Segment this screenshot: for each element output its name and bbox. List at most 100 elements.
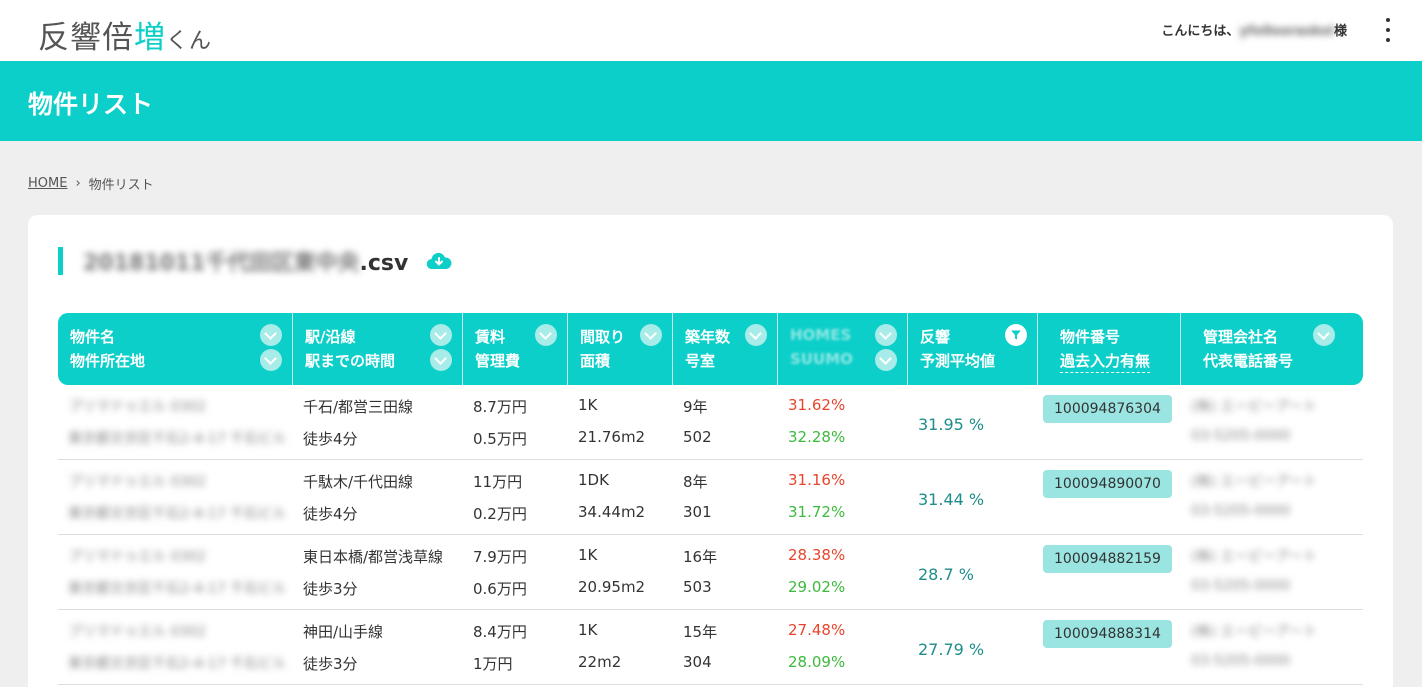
- table-row[interactable]: プリマドゥエル 0302 東京都文京区千石2-4-17 千石ビル 東日本橋/都営…: [58, 535, 1363, 610]
- table-header: 物件名 物件所在地 駅/沿線 駅までの時間 賃料 管理費 間取り 面積 築年数 …: [58, 313, 1363, 385]
- past-input-link[interactable]: 過去入力有無: [1060, 352, 1151, 373]
- station-line: 神田/山手線: [303, 623, 384, 641]
- suumo-rate: 29.02%: [788, 578, 846, 596]
- property-address: 東京都文京区千石2-4-17 千石ビル: [68, 581, 287, 597]
- table-row[interactable]: プリマドゥエル 0302 東京都文京区千石2-4-17 千石ビル 神田/山手線 …: [58, 610, 1363, 685]
- homes-rate: 28.38%: [788, 546, 846, 564]
- company-name: (株) エーピーアート: [1191, 474, 1317, 490]
- page-title: 物件リスト: [28, 90, 154, 119]
- header-name-address: 物件名 物件所在地: [58, 313, 293, 385]
- management-fee: 0.2万円: [473, 505, 527, 523]
- property-list-card: 20181011千代田区東中央.csv 物件名 物件所在地 駅/沿線 駅までの時…: [28, 215, 1393, 687]
- station-line: 東日本橋/都営浅草線: [303, 548, 444, 566]
- file-name: 20181011千代田区東中央.csv: [83, 251, 409, 276]
- property-id-badge[interactable]: 100094888314: [1043, 620, 1172, 648]
- property-address: 東京都文京区千石2-4-17 千石ビル: [68, 506, 287, 522]
- title-accent-bar: [58, 247, 63, 275]
- file-title: 20181011千代田区東中央.csv: [58, 247, 452, 276]
- building-age: 8年: [683, 473, 708, 491]
- property-name: プリマドゥエル 0302: [68, 399, 207, 415]
- company-name: (株) エーピーアート: [1191, 549, 1317, 565]
- homes-rate: 27.48%: [788, 621, 846, 639]
- sort-homes-chevron-down-icon[interactable]: [875, 324, 897, 346]
- sort-station-chevron-down-icon[interactable]: [430, 324, 452, 346]
- suumo-rate: 31.72%: [788, 503, 846, 521]
- rent: 8.7万円: [473, 398, 527, 416]
- sort-company-chevron-down-icon[interactable]: [1313, 324, 1335, 346]
- area: 21.76m2: [578, 428, 646, 446]
- property-name: プリマドゥエル 0302: [68, 624, 207, 640]
- sort-layout-chevron-down-icon[interactable]: [640, 324, 662, 346]
- walk-time: 徒歩3分: [303, 580, 358, 598]
- homes-rate: 31.62%: [788, 396, 846, 414]
- user-greeting: こんにちは、yfo0ooraskol様: [1161, 24, 1347, 39]
- company-phone: 03-5205-0000: [1191, 653, 1291, 669]
- station-line: 千駄木/千代田線: [303, 473, 414, 491]
- sort-name-chevron-down-icon[interactable]: [260, 324, 282, 346]
- page-header: 物件リスト: [0, 61, 1422, 141]
- company-name: (株) エーピーアート: [1191, 624, 1317, 640]
- table-row[interactable]: プリマドゥエル 0302 東京都文京区千石2-4-17 千石ビル 千駄木/千代田…: [58, 460, 1363, 535]
- room-number: 301: [683, 503, 712, 521]
- property-address: 東京都文京区千石2-4-17 千石ビル: [68, 656, 287, 672]
- header-property-id: 物件番号 過去入力有無: [1038, 313, 1181, 385]
- sort-address-chevron-down-icon[interactable]: [260, 349, 282, 371]
- layout: 1K: [578, 546, 598, 564]
- suumo-rate: 32.28%: [788, 428, 846, 446]
- chevron-right-icon: ›: [75, 176, 81, 191]
- sort-suumo-chevron-down-icon[interactable]: [875, 349, 897, 371]
- station-line: 千石/都営三田線: [303, 398, 414, 416]
- management-fee: 0.6万円: [473, 580, 527, 598]
- company-phone: 03-5205-0000: [1191, 503, 1291, 519]
- layout: 1K: [578, 621, 598, 639]
- room-number: 503: [683, 578, 712, 596]
- layout: 1DK: [578, 471, 609, 489]
- area: 20.95m2: [578, 578, 646, 596]
- filter-funnel-icon[interactable]: [1005, 324, 1027, 346]
- property-id-badge[interactable]: 100094876304: [1043, 395, 1172, 423]
- header-rent-fee: 賃料 管理費: [463, 313, 568, 385]
- header-age-room: 築年数 号室: [673, 313, 778, 385]
- prediction-average: 31.44 %: [918, 490, 985, 509]
- prediction-average: 28.7 %: [918, 565, 974, 584]
- header-station-line: 駅/沿線 駅までの時間: [293, 313, 463, 385]
- app-logo[interactable]: 反響倍増くん: [38, 12, 212, 57]
- property-name: プリマドゥエル 0302: [68, 474, 207, 490]
- building-age: 9年: [683, 398, 708, 416]
- sort-walk-time-chevron-down-icon[interactable]: [430, 349, 452, 371]
- cloud-download-icon[interactable]: [426, 252, 452, 270]
- header-response-prediction: 反響 予測平均値: [908, 313, 1038, 385]
- building-age: 16年: [683, 548, 718, 566]
- header-management-company: 管理会社名 代表電話番号: [1181, 313, 1363, 385]
- room-number: 502: [683, 428, 712, 446]
- room-number: 304: [683, 653, 712, 671]
- more-menu-icon[interactable]: [1382, 18, 1394, 42]
- company-phone: 03-5205-0000: [1191, 428, 1291, 444]
- property-id-badge[interactable]: 100094882159: [1043, 545, 1172, 573]
- prediction-average: 27.79 %: [918, 640, 985, 659]
- building-age: 15年: [683, 623, 718, 641]
- rent: 7.9万円: [473, 548, 527, 566]
- suumo-rate: 28.09%: [788, 653, 846, 671]
- header-layout-area: 間取り 面積: [568, 313, 673, 385]
- property-name: プリマドゥエル 0302: [68, 549, 207, 565]
- homes-rate: 31.16%: [788, 471, 846, 489]
- area: 34.44m2: [578, 503, 646, 521]
- header-homes-suumo: HOMES SUUMO: [778, 313, 908, 385]
- property-id-badge[interactable]: 100094890070: [1043, 470, 1172, 498]
- walk-time: 徒歩4分: [303, 505, 358, 523]
- table-row[interactable]: プリマドゥエル 0302 東京都文京区千石2-4-17 千石ビル 千石/都営三田…: [58, 385, 1363, 460]
- management-fee: 1万円: [473, 655, 513, 673]
- property-address: 東京都文京区千石2-4-17 千石ビル: [68, 431, 287, 447]
- top-bar: 反響倍増くん こんにちは、yfo0ooraskol様: [0, 0, 1422, 61]
- breadcrumb-current: 物件リスト: [88, 178, 154, 193]
- breadcrumb-home-link[interactable]: HOME: [28, 176, 67, 191]
- sort-age-chevron-down-icon[interactable]: [745, 324, 767, 346]
- breadcrumb: HOME › 物件リスト: [28, 174, 154, 193]
- area: 22m2: [578, 653, 622, 671]
- layout: 1K: [578, 396, 598, 414]
- sort-rent-chevron-down-icon[interactable]: [535, 324, 557, 346]
- username: yfo0ooraskol: [1239, 24, 1334, 39]
- company-name: (株) エーピーアート: [1191, 399, 1317, 415]
- rent: 11万円: [473, 473, 523, 491]
